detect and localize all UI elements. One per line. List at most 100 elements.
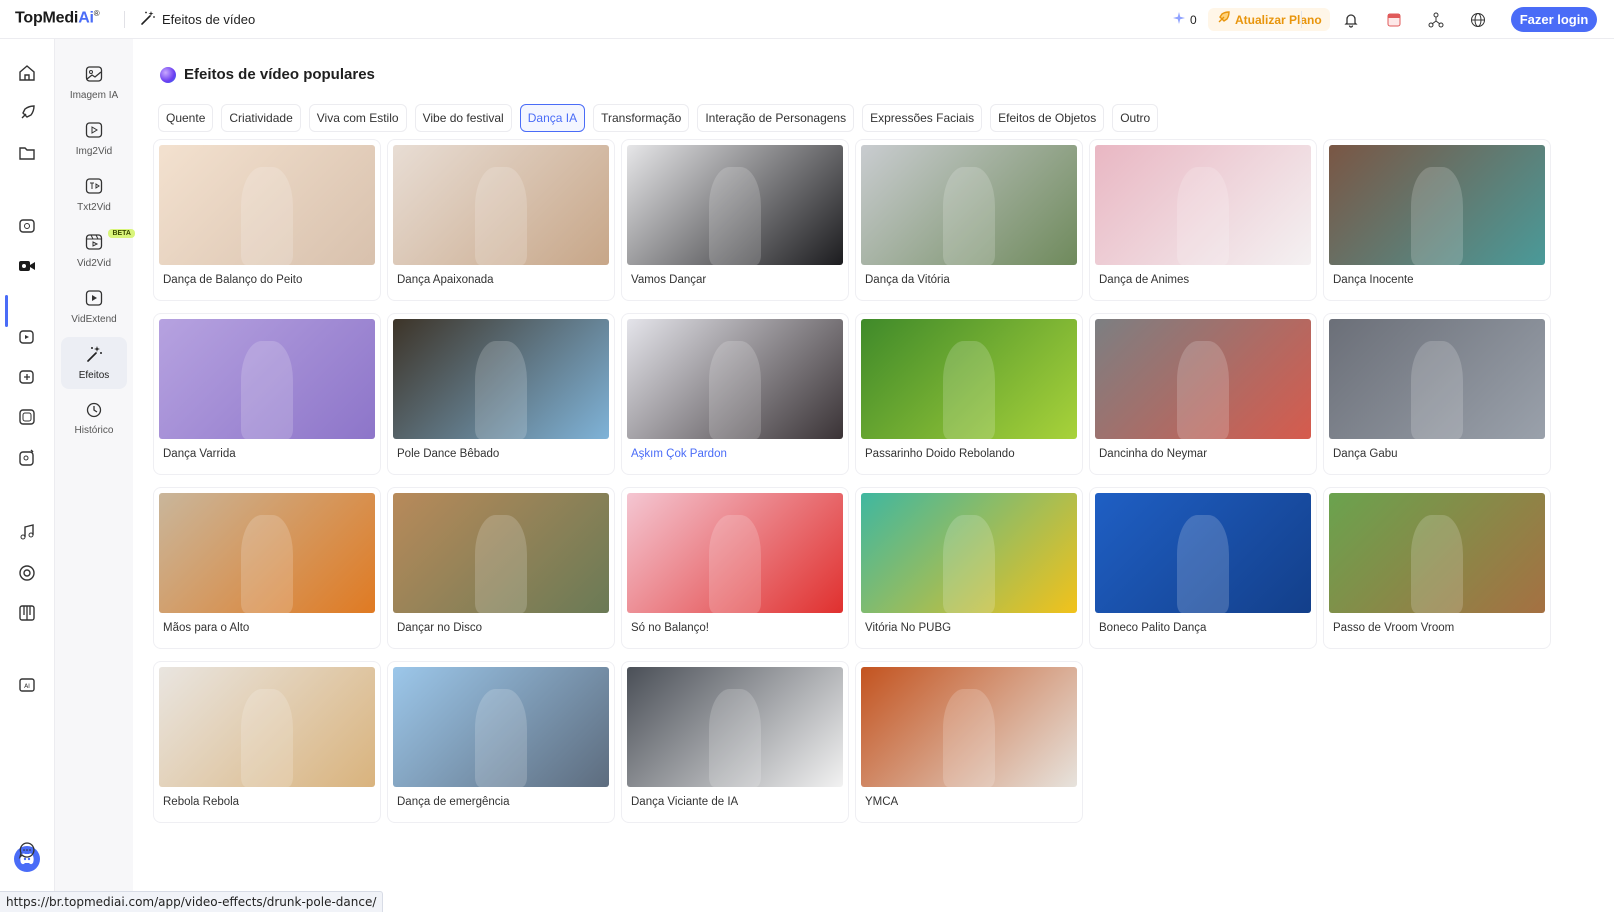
effect-card[interactable]: Dança Varrida — [153, 313, 381, 475]
video-camera-icon[interactable] — [17, 256, 37, 276]
subnav-item-efeitos[interactable]: Efeitos — [61, 337, 127, 389]
effect-card[interactable]: YMCA — [855, 661, 1083, 823]
tab-transformacao[interactable]: Transformação — [593, 104, 690, 132]
effect-card[interactable]: Rebola Rebola — [153, 661, 381, 823]
effect-thumbnail[interactable] — [1329, 319, 1545, 439]
effect-card[interactable]: Pole Dance Bêbado — [387, 313, 615, 475]
effect-card[interactable]: Dança da Vitória — [855, 139, 1083, 301]
logo[interactable]: TopMediAi® — [15, 9, 100, 27]
effect-thumbnail[interactable] — [393, 493, 609, 613]
video-enhance-icon[interactable] — [17, 327, 37, 347]
effect-card-label: Rebola Rebola — [163, 796, 240, 808]
thumbnail-figure — [1411, 340, 1463, 439]
effect-card[interactable]: Boneco Palito Dança — [1089, 487, 1317, 649]
active-indicator — [5, 295, 8, 327]
rocket-icon[interactable] — [17, 103, 37, 123]
thumbnail-figure — [709, 688, 761, 787]
effect-card-label: Passarinho Doido Rebolando — [865, 448, 1015, 460]
subnav-item-historico[interactable]: Histórico — [61, 393, 127, 445]
effect-thumbnail[interactable] — [1329, 145, 1545, 265]
effect-card[interactable]: Vamos Dançar — [621, 139, 849, 301]
effect-thumbnail[interactable] — [159, 493, 375, 613]
effect-card[interactable]: Mãos para o Alto — [153, 487, 381, 649]
effect-card[interactable]: Dança de Balanço do Peito — [153, 139, 381, 301]
tab-interacao-de-personagens[interactable]: Interação de Personagens — [697, 104, 855, 132]
effect-thumbnail[interactable] — [627, 667, 843, 787]
effect-card[interactable]: Vitória No PUBG — [855, 487, 1083, 649]
effect-card[interactable]: Dança de Animes — [1089, 139, 1317, 301]
section-title-icon — [160, 66, 176, 83]
effect-thumbnail[interactable] — [861, 667, 1077, 787]
effect-card[interactable]: Dança de emergência — [387, 661, 615, 823]
effect-thumbnail[interactable] — [1095, 145, 1311, 265]
effect-card[interactable]: Dançar no Disco — [387, 487, 615, 649]
effect-thumbnail[interactable] — [159, 319, 375, 439]
ai-badge-icon[interactable]: AI — [17, 675, 37, 695]
home-icon[interactable] — [17, 63, 37, 83]
subnav-item-imagem-ia[interactable]: Imagem IA — [61, 57, 127, 109]
effect-card[interactable]: Dança Apaixonada — [387, 139, 615, 301]
sparkle-icon — [1173, 12, 1185, 27]
effect-card[interactable]: Só no Balanço! — [621, 487, 849, 649]
beta-badge: BETA — [108, 229, 135, 238]
subnav-item-vidextend[interactable]: VidExtend — [61, 281, 127, 333]
divider — [1301, 11, 1302, 28]
effect-thumbnail[interactable] — [1095, 493, 1311, 613]
effect-thumbnail[interactable] — [627, 493, 843, 613]
effect-thumbnail[interactable] — [1329, 493, 1545, 613]
effect-card[interactable]: Aşkım Çok Pardon — [621, 313, 849, 475]
piano-icon[interactable] — [17, 603, 37, 623]
subnav-item-vid2vid[interactable]: Vid2Vid BETA — [61, 225, 135, 277]
subnav-item-txt2vid[interactable]: Txt2Vid — [61, 169, 127, 221]
effect-card[interactable]: Passo de Vroom Vroom — [1323, 487, 1551, 649]
tab-efeitos-de-objetos[interactable]: Efeitos de Objetos — [990, 104, 1105, 132]
thumbnail-figure — [943, 688, 995, 787]
effect-card[interactable]: Dança Gabu — [1323, 313, 1551, 475]
effect-thumbnail[interactable] — [627, 319, 843, 439]
bell-icon[interactable] — [1339, 8, 1363, 32]
effect-thumbnail[interactable] — [393, 319, 609, 439]
effect-thumbnail[interactable] — [159, 145, 375, 265]
subnav-label: Vid2Vid — [76, 258, 112, 269]
effect-thumbnail[interactable] — [393, 145, 609, 265]
tab-viva-com-estilo[interactable]: Viva com Estilo — [308, 104, 407, 132]
effect-card[interactable]: Dancinha do Neymar — [1089, 313, 1317, 475]
folder-icon[interactable] — [17, 143, 37, 163]
chat-icon[interactable] — [17, 840, 37, 860]
tab-vibe-do-festival[interactable]: Vibe do festival — [414, 104, 512, 132]
video-translate-icon[interactable] — [17, 407, 37, 427]
globe-icon[interactable] — [1466, 8, 1490, 32]
video-sound-icon[interactable] — [17, 367, 37, 387]
effect-thumbnail[interactable] — [627, 145, 843, 265]
subnav-item-img2vid[interactable]: Img2Vid — [61, 113, 127, 165]
tab-outro[interactable]: Outro — [1112, 104, 1159, 132]
tab-quente[interactable]: Quente — [158, 104, 214, 132]
effect-card-label: Dança da Vitória — [865, 274, 950, 286]
effect-card[interactable]: Dança Inocente — [1323, 139, 1551, 301]
tab-expressoes-faciais[interactable]: Expressões Faciais — [862, 104, 983, 132]
effect-thumbnail[interactable] — [861, 145, 1077, 265]
music-note-icon[interactable] — [17, 523, 37, 543]
effect-card-label: Dancinha do Neymar — [1099, 448, 1208, 460]
share-network-icon[interactable] — [1424, 8, 1448, 32]
tab-danca-ia[interactable]: Dança IA — [519, 104, 586, 132]
photo-edit-icon[interactable] — [17, 448, 37, 468]
thumbnail-figure — [241, 514, 293, 613]
effect-card[interactable]: Dança Viciante de IA — [621, 661, 849, 823]
effect-card[interactable]: Passarinho Doido Rebolando — [855, 313, 1083, 475]
effect-thumbnail[interactable] — [159, 667, 375, 787]
calendar-icon[interactable] — [1382, 8, 1406, 32]
thumbnail-figure — [241, 340, 293, 439]
thumbnail-figure — [475, 688, 527, 787]
credits-badge[interactable]: 0 — [1165, 8, 1205, 31]
upgrade-plan-button[interactable]: Atualizar Plano — [1208, 8, 1330, 31]
subnav-label: Efeitos — [78, 370, 110, 381]
record-icon[interactable] — [17, 563, 37, 583]
effect-thumbnail[interactable] — [861, 493, 1077, 613]
tab-criatividade[interactable]: Criatividade — [221, 104, 301, 132]
login-button[interactable]: Fazer login — [1511, 7, 1597, 32]
effect-thumbnail[interactable] — [393, 667, 609, 787]
effect-thumbnail[interactable] — [861, 319, 1077, 439]
ai-image-icon[interactable] — [17, 216, 37, 236]
effect-thumbnail[interactable] — [1095, 319, 1311, 439]
